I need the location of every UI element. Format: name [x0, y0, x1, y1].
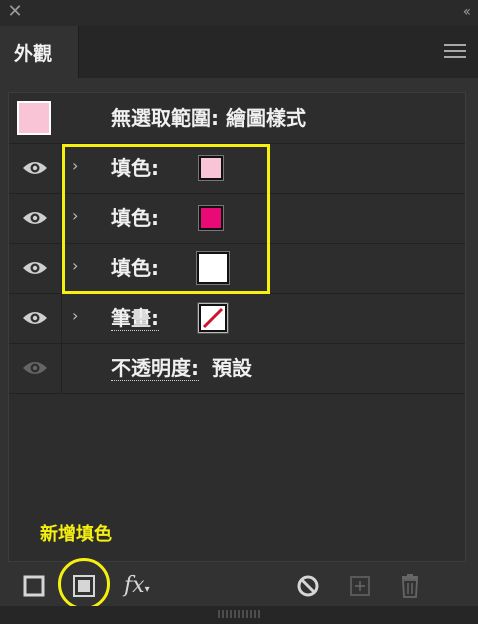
opacity-row[interactable]: 不透明度: 預設	[9, 343, 465, 394]
tab-appearance-label: 外觀	[14, 43, 53, 65]
trash-icon[interactable]	[396, 572, 424, 600]
close-icon[interactable]: ✕	[6, 2, 24, 22]
stroke-row[interactable]: › 筆畫:	[9, 293, 465, 344]
stroke-label[interactable]: 筆畫:	[111, 306, 159, 331]
style-swatch	[17, 101, 51, 135]
fill-row[interactable]: › 填色:	[9, 143, 465, 194]
add-fill-hint: 新增填色	[40, 524, 112, 545]
eye-icon[interactable]	[22, 209, 48, 227]
fill-swatch[interactable]	[198, 205, 224, 231]
fill-swatch[interactable]	[196, 251, 230, 285]
opacity-value: 預設	[211, 356, 252, 380]
appearance-header-row[interactable]: 無選取範圍: 繪圖樣式	[9, 93, 465, 144]
panel-resize-bar[interactable]	[0, 606, 478, 624]
no-stroke-swatch-icon[interactable]	[197, 302, 229, 334]
panel-titlebar: ✕ ‹‹	[0, 0, 478, 26]
chevron-right-icon[interactable]: ›	[72, 256, 78, 276]
fill-label: 填色:	[111, 256, 159, 280]
clear-appearance-icon[interactable]	[294, 572, 322, 600]
expand-column: ›	[62, 193, 90, 243]
chevron-right-icon[interactable]: ›	[72, 156, 78, 176]
expand-column: ›	[62, 143, 90, 193]
fill-label: 填色:	[111, 156, 159, 180]
chevron-right-icon[interactable]: ›	[72, 306, 78, 326]
visibility-column	[9, 343, 62, 393]
fill-label: 填色:	[111, 206, 159, 230]
add-fill-icon[interactable]	[70, 572, 98, 600]
eye-icon[interactable]	[22, 359, 48, 377]
fx-label: fx	[124, 573, 145, 598]
fill-row[interactable]: › 填色:	[9, 193, 465, 244]
panel-toolbar: fx▾	[0, 566, 478, 606]
visibility-column	[9, 193, 62, 243]
visibility-column	[9, 293, 62, 343]
appearance-list: 無選取範圍: 繪圖樣式 › 填色: › 填色: › 填色: › 筆畫: 不透明度…	[8, 92, 466, 562]
resize-grip-icon[interactable]	[218, 610, 260, 618]
fx-icon[interactable]: fx▾	[124, 572, 158, 600]
fill-swatch[interactable]	[198, 155, 224, 181]
panel-tab-row: 外觀	[0, 26, 478, 78]
expand-column: ›	[62, 243, 90, 293]
appearance-panel: ✕ ‹‹ 外觀 無選取範圍: 繪圖樣式 › 填色: › 填色: › 填色: › …	[0, 0, 478, 624]
collapse-icon[interactable]: ‹‹	[463, 2, 471, 22]
tab-appearance[interactable]: 外觀	[0, 26, 79, 78]
header-row-label: 無選取範圍: 繪圖樣式	[111, 106, 306, 130]
eye-icon[interactable]	[22, 309, 48, 327]
expand-column: ›	[62, 293, 90, 343]
eye-icon[interactable]	[22, 159, 48, 177]
eye-icon[interactable]	[22, 259, 48, 277]
panel-menu-icon[interactable]	[444, 44, 466, 60]
visibility-column	[9, 143, 62, 193]
duplicate-item-icon[interactable]	[346, 572, 374, 600]
opacity-label-group: 不透明度: 預設	[111, 356, 252, 381]
chevron-right-icon[interactable]: ›	[72, 206, 78, 226]
opacity-label[interactable]: 不透明度:	[111, 356, 199, 381]
fill-row[interactable]: › 填色:	[9, 243, 465, 294]
visibility-column	[9, 243, 62, 293]
add-stroke-icon[interactable]	[20, 572, 48, 600]
